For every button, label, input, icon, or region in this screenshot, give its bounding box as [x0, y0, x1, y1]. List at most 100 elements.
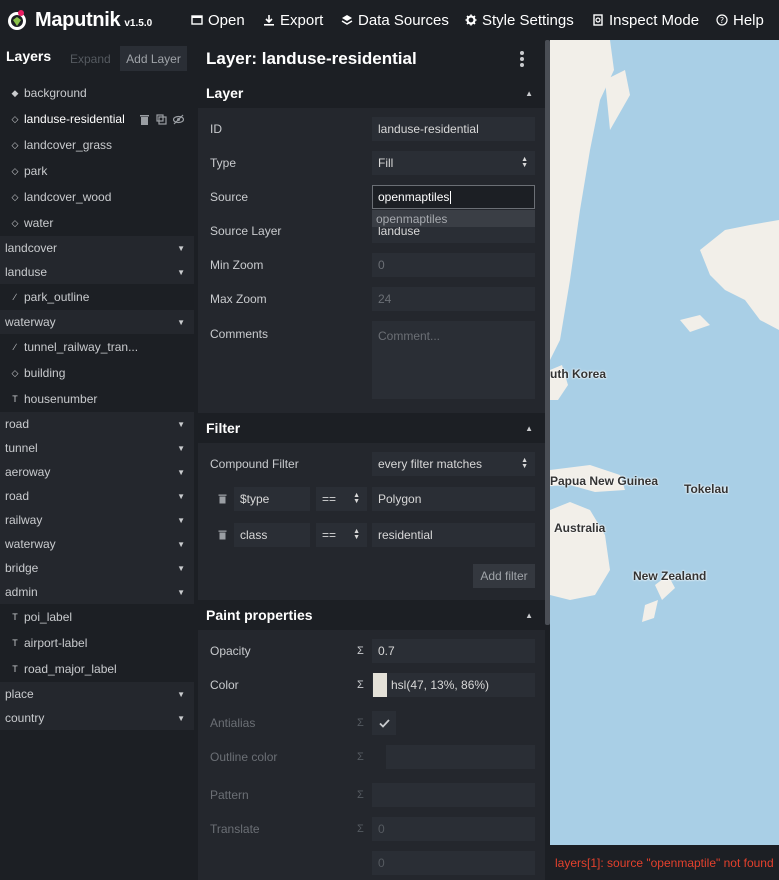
- comments-row: Comments Comment...: [198, 321, 545, 401]
- color-input[interactable]: hsl(47, 13%, 86%): [372, 673, 535, 697]
- collapse-icon[interactable]: ▲: [525, 611, 533, 620]
- layer-group-landuse[interactable]: landuse ▼: [0, 260, 194, 284]
- help-button[interactable]: ? Help: [716, 0, 764, 40]
- text-cursor: [450, 190, 452, 204]
- layer-item-label: airport-label: [24, 636, 88, 650]
- function-sigma-icon[interactable]: Σ: [357, 717, 364, 729]
- expand-button[interactable]: Expand: [70, 52, 111, 66]
- help-label: Help: [733, 11, 764, 29]
- layer-item-park[interactable]: ◇ park: [0, 158, 194, 184]
- layer-group-place[interactable]: place ▼: [0, 682, 194, 706]
- function-sigma-icon[interactable]: Σ: [357, 789, 364, 801]
- filter-key-input[interactable]: class: [234, 523, 310, 547]
- min-zoom-input[interactable]: 0: [372, 253, 535, 277]
- filter-operator-select[interactable]: == ▲ ▼: [316, 487, 367, 511]
- layer-item-park_outline[interactable]: ∕ park_outline: [0, 284, 194, 310]
- layer-section-header[interactable]: Layer ▲: [198, 78, 545, 108]
- chevron-down-icon[interactable]: ▼: [177, 516, 185, 525]
- layer-item-airport-label[interactable]: Tairport-label: [0, 630, 194, 656]
- layer-group-road[interactable]: road ▼: [0, 484, 194, 508]
- more-options-icon[interactable]: [519, 50, 525, 68]
- layer-group-waterway[interactable]: waterway ▼: [0, 532, 194, 556]
- add-layer-button[interactable]: Add Layer: [120, 46, 187, 71]
- layer-item-housenumber[interactable]: Thousenumber: [0, 386, 194, 412]
- layer-item-poi_label[interactable]: Tpoi_label: [0, 604, 194, 630]
- inspect-icon: [593, 14, 603, 26]
- chevron-down-icon[interactable]: ▼: [177, 588, 185, 597]
- style-settings-button[interactable]: Style Settings: [465, 0, 574, 40]
- chevron-down-icon[interactable]: ▼: [177, 564, 185, 573]
- translate-y-input[interactable]: 0: [372, 851, 535, 875]
- download-icon: [264, 15, 274, 26]
- open-button[interactable]: Open: [191, 0, 245, 40]
- inspect-mode-button[interactable]: Inspect Mode: [592, 0, 699, 40]
- source-input[interactable]: openmaptiles: [372, 185, 535, 209]
- collapse-icon[interactable]: ▲: [525, 424, 533, 433]
- chevron-down-icon[interactable]: ▼: [177, 468, 185, 477]
- function-sigma-icon[interactable]: Σ: [357, 645, 364, 657]
- translate-x-input[interactable]: 0: [372, 817, 535, 841]
- map-view[interactable]: uth Korea Papua New Guinea Tokelau Austr…: [550, 40, 779, 845]
- comments-textarea[interactable]: Comment...: [372, 321, 535, 399]
- filter-key-input[interactable]: $type: [234, 487, 310, 511]
- maputnik-logo[interactable]: Maputnik v1.5.0: [6, 8, 152, 32]
- duplicate-icon[interactable]: [156, 113, 167, 125]
- layer-item-landcover_wood[interactable]: ◇ landcover_wood: [0, 184, 194, 210]
- color-swatch[interactable]: [373, 673, 387, 697]
- paint-section-header[interactable]: Paint properties ▲: [198, 600, 545, 630]
- chevron-down-icon[interactable]: ▼: [177, 540, 185, 549]
- function-sigma-icon[interactable]: Σ: [357, 823, 364, 835]
- filter-section-header[interactable]: Filter ▲: [198, 413, 545, 443]
- layer-item-road_major_label[interactable]: Troad_major_label: [0, 656, 194, 682]
- filter-value-input[interactable]: residential: [372, 523, 535, 547]
- layer-group-railway[interactable]: railway ▼: [0, 508, 194, 532]
- layer-group-admin[interactable]: admin ▼: [0, 580, 194, 604]
- layer-group-tunnel[interactable]: tunnel ▼: [0, 436, 194, 460]
- add-filter-button[interactable]: Add filter: [473, 564, 535, 588]
- layer-item-landuse-residential[interactable]: ◇ landuse-residential: [0, 106, 194, 132]
- collapse-icon[interactable]: ▲: [525, 89, 533, 98]
- layer-group-road[interactable]: road ▼: [0, 412, 194, 436]
- function-sigma-icon[interactable]: Σ: [357, 679, 364, 691]
- layer-group-waterway[interactable]: waterway ▼: [0, 310, 194, 334]
- filter-operator-select[interactable]: == ▲ ▼: [316, 523, 367, 547]
- pattern-input[interactable]: [372, 783, 535, 807]
- chevron-down-icon[interactable]: ▼: [177, 420, 185, 429]
- layer-item-water[interactable]: ◇ water: [0, 210, 194, 236]
- filter-value-input[interactable]: Polygon: [372, 487, 535, 511]
- compound-filter-select[interactable]: every filter matches ▲ ▼: [372, 452, 535, 476]
- export-button[interactable]: Export: [263, 0, 323, 40]
- layer-group-label: waterway: [5, 315, 56, 329]
- chevron-down-icon[interactable]: ▼: [177, 714, 185, 723]
- chevron-down-icon[interactable]: ▼: [177, 318, 185, 327]
- trash-icon[interactable]: [139, 114, 150, 125]
- fill-layer-icon: ◇: [11, 139, 19, 150]
- layer-group-country[interactable]: country ▼: [0, 706, 194, 730]
- function-sigma-icon[interactable]: Σ: [357, 751, 364, 763]
- chevron-down-icon[interactable]: ▼: [177, 268, 185, 277]
- trash-icon[interactable]: [218, 494, 227, 504]
- chevron-down-icon[interactable]: ▼: [177, 244, 185, 253]
- chevron-down-icon[interactable]: ▼: [177, 444, 185, 453]
- layer-group-bridge[interactable]: bridge ▼: [0, 556, 194, 580]
- layer-group-aeroway[interactable]: aeroway ▼: [0, 460, 194, 484]
- layer-item-tunnel_railway_tran...[interactable]: ∕ tunnel_railway_tran...: [0, 334, 194, 360]
- trash-icon[interactable]: [218, 530, 227, 540]
- chevron-down-icon[interactable]: ▼: [177, 492, 185, 501]
- layer-group-landcover[interactable]: landcover ▼: [0, 236, 194, 260]
- source-autocomplete-option[interactable]: openmaptiles: [372, 210, 535, 227]
- opacity-input[interactable]: 0.7: [372, 639, 535, 663]
- antialias-checkbox[interactable]: [372, 711, 396, 735]
- id-input[interactable]: landuse-residential: [372, 117, 535, 141]
- outline-color-input[interactable]: [386, 745, 535, 769]
- pattern-label: Pattern: [210, 788, 249, 802]
- layer-item-building[interactable]: ◇ building: [0, 360, 194, 386]
- chevron-down-icon[interactable]: ▼: [177, 690, 185, 699]
- type-select[interactable]: Fill ▲ ▼: [372, 151, 535, 175]
- eye-off-icon[interactable]: [173, 114, 184, 125]
- max-zoom-input[interactable]: 24: [372, 287, 535, 311]
- layer-item-landcover_grass[interactable]: ◇ landcover_grass: [0, 132, 194, 158]
- data-sources-button[interactable]: Data Sources: [341, 0, 449, 40]
- layer-item-background[interactable]: ◆ background: [0, 80, 194, 106]
- checkmark-icon: [378, 718, 390, 728]
